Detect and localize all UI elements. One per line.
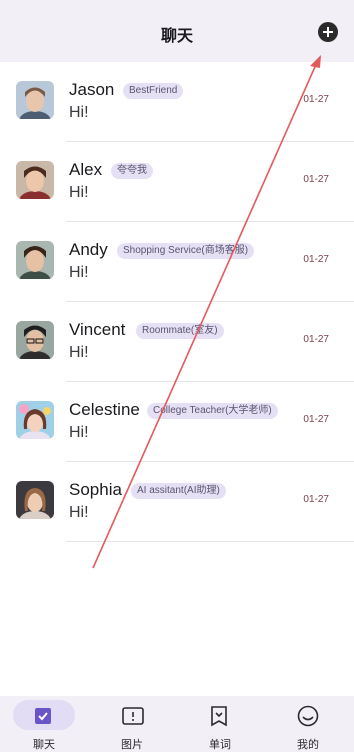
image-book-icon (122, 707, 144, 725)
tab-chat[interactable]: 聊天 (0, 696, 88, 752)
contact-name: Alex (69, 160, 103, 179)
message-date: 01-27 (303, 494, 329, 505)
contact-name: Andy (69, 240, 108, 259)
tab-profile[interactable]: 我的 (264, 696, 352, 752)
page-title: 聊天 (160, 28, 193, 45)
add-chat-icon[interactable] (318, 22, 338, 42)
last-message: Hi! (69, 344, 89, 361)
message-date: 01-27 (303, 94, 329, 105)
message-date: 01-27 (303, 414, 329, 425)
contact-name: Sophia (69, 480, 122, 499)
message-date: 01-27 (303, 334, 329, 345)
chat-check-icon (35, 708, 51, 724)
role-badge: Shopping Service(商场客服) (117, 243, 255, 259)
avatar (16, 481, 54, 519)
role-badge: BestFriend (123, 83, 184, 99)
avatar (16, 161, 54, 199)
last-message: Hi! (69, 184, 89, 201)
tab-label: 图片 (121, 739, 143, 751)
tab-label: 聊天 (33, 739, 55, 751)
contact-name: Vincent (69, 320, 126, 339)
chat-row-celestine[interactable]: Celestine College Teacher(大学老师) Hi! 01-2… (0, 382, 354, 462)
chat-row-sophia[interactable]: Sophia AI assitant(AI助理) Hi! 01-27 (0, 462, 354, 542)
role-badge: 夸夸我 (111, 163, 153, 179)
tab-images[interactable]: 图片 (88, 696, 176, 752)
chat-list: Jason BestFriend Hi! 01-27 Alex 夸夸我 Hi! … (0, 62, 354, 542)
chat-row-vincent[interactable]: Vincent Roommate(室友) Hi! 01-27 (0, 302, 354, 382)
last-message: Hi! (69, 424, 89, 441)
bottom-navigation: 聊天 图片 单词 我的 (0, 696, 354, 752)
avatar (16, 241, 54, 279)
role-badge: College Teacher(大学老师) (147, 403, 278, 419)
smile-profile-icon (297, 705, 319, 727)
chat-row-andy[interactable]: Andy Shopping Service(商场客服) Hi! 01-27 (0, 222, 354, 302)
divider (66, 541, 354, 542)
role-badge: Roommate(室友) (136, 323, 224, 339)
tab-label: 我的 (297, 739, 319, 751)
avatar (16, 81, 54, 119)
top-app-bar: 聊天 (0, 0, 354, 62)
message-date: 01-27 (303, 174, 329, 185)
role-badge: AI assitant(AI助理) (131, 483, 226, 499)
avatar (16, 401, 54, 439)
contact-name: Celestine (69, 400, 140, 419)
tab-label: 单词 (209, 739, 231, 751)
chat-row-jason[interactable]: Jason BestFriend Hi! 01-27 (0, 62, 354, 142)
avatar (16, 321, 54, 359)
message-date: 01-27 (303, 254, 329, 265)
last-message: Hi! (69, 264, 89, 281)
last-message: Hi! (69, 504, 89, 521)
word-book-icon (211, 706, 227, 727)
last-message: Hi! (69, 104, 89, 121)
chat-row-alex[interactable]: Alex 夸夸我 Hi! 01-27 (0, 142, 354, 222)
tab-words[interactable]: 单词 (176, 696, 264, 752)
contact-name: Jason (69, 80, 115, 99)
